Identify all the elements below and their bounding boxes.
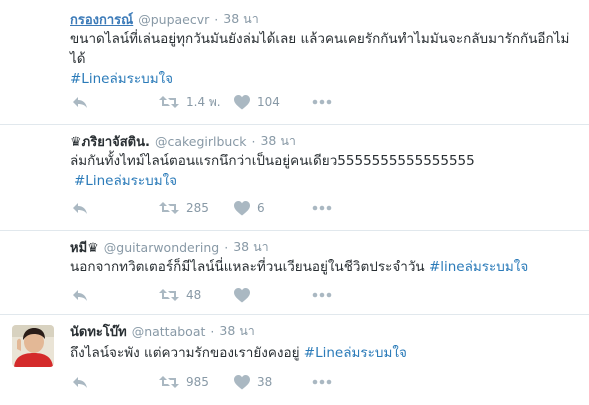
display-name[interactable]: นัดทะโบ๊ท [70,321,127,342]
tweet-actions: 48 [72,285,372,305]
retweet-button[interactable]: 985 [159,372,209,392]
like-icon [234,374,250,389]
reply-icon [73,203,87,214]
more-icon [312,99,332,105]
tweet-item[interactable]: ♛ภริยาจัสติน. @cakegirlbuck · 38 นา ล่มก… [0,125,589,231]
display-name[interactable]: กรองการณ์ [70,9,133,30]
like-icon [234,94,250,109]
tweet-text-line: ถึงไลน์จะพัง แต่ความรักของเรายังคงอยู่ [70,345,304,361]
like-icon [234,200,250,215]
username[interactable]: @pupaecvr [138,12,209,27]
tweet-text: ขนาดไลน์ที่เล่นอยู่ทุกวันมันยังล่มได้เลย… [70,29,575,89]
hashtag-link[interactable]: #Lineล่มระบมใจ [74,173,177,189]
like-count: 104 [257,95,280,109]
tweet-item[interactable]: กรองการณ์ @pupaecvr · 38 นา ขนาดไลน์ที่เ… [0,0,589,125]
like-count: 38 [257,375,273,389]
username[interactable]: @nattaboat [132,324,206,339]
tweet-header: นัดทะโบ๊ท @nattaboat · 38 นา [70,321,255,341]
reply-icon [73,290,87,301]
tweet-item[interactable]: นัดทะโบ๊ท @nattaboat · 38 นา ถึงไลน์จะพั… [0,315,589,405]
like-button[interactable] [234,285,257,305]
display-name[interactable]: หมี♛ [70,237,99,258]
reply-button[interactable] [72,285,88,305]
tweet-actions: 985 38 [72,372,372,392]
retweet-button[interactable]: 1.4 พ. [159,92,221,112]
retweet-button[interactable]: 48 [159,285,201,305]
like-button[interactable]: 104 [234,92,280,112]
timestamp[interactable]: 38 นา [233,237,268,257]
tweet-text-line: นอกจากทวิตเตอร์ก็มีไลน์นี่แหละที่วนเวียน… [70,259,429,275]
tweet-text: ล่มกันทั้งไทม์ไลน์ตอนแรกนึกว่าเป็นอยู่คน… [70,151,575,191]
username[interactable]: @guitarwondering [104,240,219,255]
more-button[interactable] [312,198,332,218]
tweet-actions: 1.4 พ. 104 [72,92,372,112]
hashtag-link[interactable]: #Lineล่มระบมใจ [304,345,407,361]
tweet-text-line: ขนาดไลน์ที่เล่นอยู่ทุกวันมันยังล่มได้เลย… [70,31,570,47]
separator-dot: · [251,133,256,149]
tweet-header: กรองการณ์ @pupaecvr · 38 นา [70,9,259,29]
retweet-icon [159,376,179,388]
tweet-timeline: กรองการณ์ @pupaecvr · 38 นา ขนาดไลน์ที่เ… [0,0,589,405]
tweet-text-line: ได้ [70,51,86,67]
timestamp[interactable]: 38 นา [223,9,258,29]
hashtag-link[interactable]: #Lineล่มระบมใจ [70,71,173,87]
tweet-item[interactable]: หมี♛ @guitarwondering · 38 นา นอกจากทวิต… [0,231,589,315]
timestamp[interactable]: 38 นา [219,321,254,341]
reply-icon [73,377,87,388]
avatar[interactable] [12,325,54,367]
hashtag-link[interactable]: #lineล่มระบมใจ [429,259,528,275]
like-button[interactable]: 6 [234,198,265,218]
retweet-icon [159,202,179,214]
username[interactable]: @cakegirlbuck [155,134,247,149]
more-button[interactable] [312,372,332,392]
retweet-count: 1.4 พ. [186,94,221,109]
avatar-photo [12,325,54,367]
tweet-actions: 285 6 [72,198,372,218]
tweet-header: ♛ภริยาจัสติน. @cakegirlbuck · 38 นา [70,131,296,151]
reply-button[interactable] [72,372,88,392]
tweet-text: นอกจากทวิตเตอร์ก็มีไลน์นี่แหละที่วนเวียน… [70,257,575,277]
retweet-count: 285 [186,201,209,215]
reply-button[interactable] [72,198,88,218]
reply-button[interactable] [72,92,88,112]
separator-dot: · [224,239,229,255]
timestamp[interactable]: 38 นา [260,131,295,151]
like-icon [234,287,250,302]
tweet-text-line: ล่มกันทั้งไทม์ไลน์ตอนแรกนึกว่าเป็นอยู่คน… [70,153,475,169]
retweet-count: 985 [186,375,209,389]
retweet-icon [159,96,179,108]
display-name[interactable]: ♛ภริยาจัสติน. [70,131,150,152]
retweet-count: 48 [186,288,202,302]
reply-icon [73,97,87,108]
more-button[interactable] [312,92,332,112]
like-button[interactable]: 38 [234,372,272,392]
more-icon [312,205,332,211]
tweet-text: ถึงไลน์จะพัง แต่ความรักของเรายังคงอยู่ #… [70,343,575,363]
more-button[interactable] [312,285,332,305]
tweet-header: หมี♛ @guitarwondering · 38 นา [70,237,269,257]
retweet-icon [159,289,179,301]
more-icon [312,379,332,385]
more-icon [312,292,332,298]
retweet-button[interactable]: 285 [159,198,209,218]
separator-dot: · [214,11,219,27]
separator-dot: · [210,323,215,339]
like-count: 6 [257,201,265,215]
